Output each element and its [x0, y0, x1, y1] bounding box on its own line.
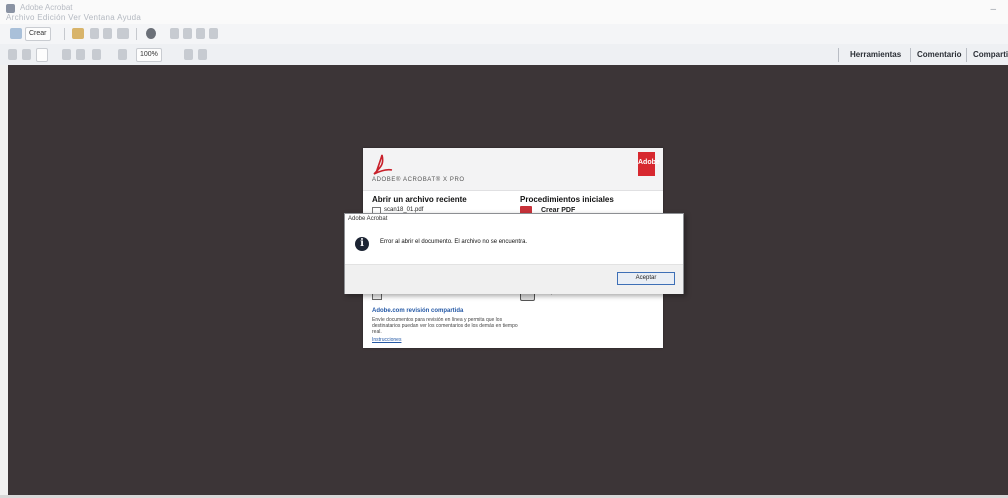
previous-page-icon[interactable] [8, 49, 17, 60]
acrobat-logo-icon [373, 154, 393, 175]
fit-width-icon[interactable] [184, 49, 193, 60]
comment-icon[interactable] [170, 28, 179, 39]
title-bar: Adobe Acrobat Archivo Edición Ver Ventan… [0, 0, 1008, 24]
recent-files-title: Abrir un archivo reciente [372, 195, 467, 204]
settings-gear-icon[interactable] [146, 28, 156, 39]
instructions-link[interactable]: Instrucciones [372, 337, 401, 343]
shared-review-title: Adobe.com revisión compartida [372, 308, 464, 314]
toolbar-separator [838, 48, 839, 62]
create-pdf-icon[interactable] [10, 28, 22, 39]
fit-page-icon[interactable] [198, 49, 207, 60]
shared-review-description: Envíe documentos para revisión en línea … [372, 317, 518, 335]
lock-icon[interactable] [209, 28, 218, 39]
save-icon[interactable] [90, 28, 99, 39]
toolbar-separator [64, 28, 65, 40]
zoom-level-select[interactable]: 100% [136, 48, 162, 62]
info-icon: i [355, 237, 369, 251]
error-dialog: Adobe Acrobat i Error al abrir el docume… [344, 213, 684, 294]
error-message: Error al abrir el documento. El archivo … [380, 239, 528, 245]
ok-button[interactable]: Aceptar [617, 272, 675, 285]
product-name: ADOBE® ACROBAT® X PRO [372, 177, 465, 183]
zoom-in-icon[interactable] [118, 49, 127, 60]
welcome-header: ADOBE® ACROBAT® X PRO Adobe [363, 148, 663, 191]
hand-tool-icon[interactable] [76, 49, 85, 60]
minimize-icon[interactable]: – [990, 4, 996, 15]
share-tab[interactable]: Compartir [973, 50, 1008, 59]
open-folder-icon[interactable] [72, 28, 84, 39]
email-icon[interactable] [117, 28, 129, 39]
adobe-logo-badge: Adobe [638, 152, 660, 176]
comment-tab[interactable]: Comentario [917, 50, 961, 59]
toolbar-separator [966, 48, 967, 62]
next-page-icon[interactable] [22, 49, 31, 60]
tools-tab[interactable]: Herramientas [850, 50, 901, 59]
left-panel-strip [0, 65, 8, 495]
create-button[interactable]: Crear [25, 27, 51, 41]
select-tool-icon[interactable] [62, 49, 71, 60]
print-icon[interactable] [103, 28, 112, 39]
window-title: Adobe Acrobat [20, 3, 73, 12]
toolbar-separator [910, 48, 911, 62]
main-toolbar: Crear [0, 24, 1008, 45]
menu-bar[interactable]: Archivo Edición Ver Ventana Ayuda [6, 13, 141, 22]
getting-started-title: Procedimientos iniciales [520, 195, 614, 204]
zoom-out-icon[interactable] [92, 49, 101, 60]
share-icon[interactable] [196, 28, 205, 39]
edit-icon[interactable] [183, 28, 192, 39]
page-number-input[interactable] [36, 48, 48, 62]
dialog-title: Adobe Acrobat [348, 216, 388, 222]
acrobat-app-icon [6, 4, 15, 13]
toolbar-separator [136, 28, 137, 40]
